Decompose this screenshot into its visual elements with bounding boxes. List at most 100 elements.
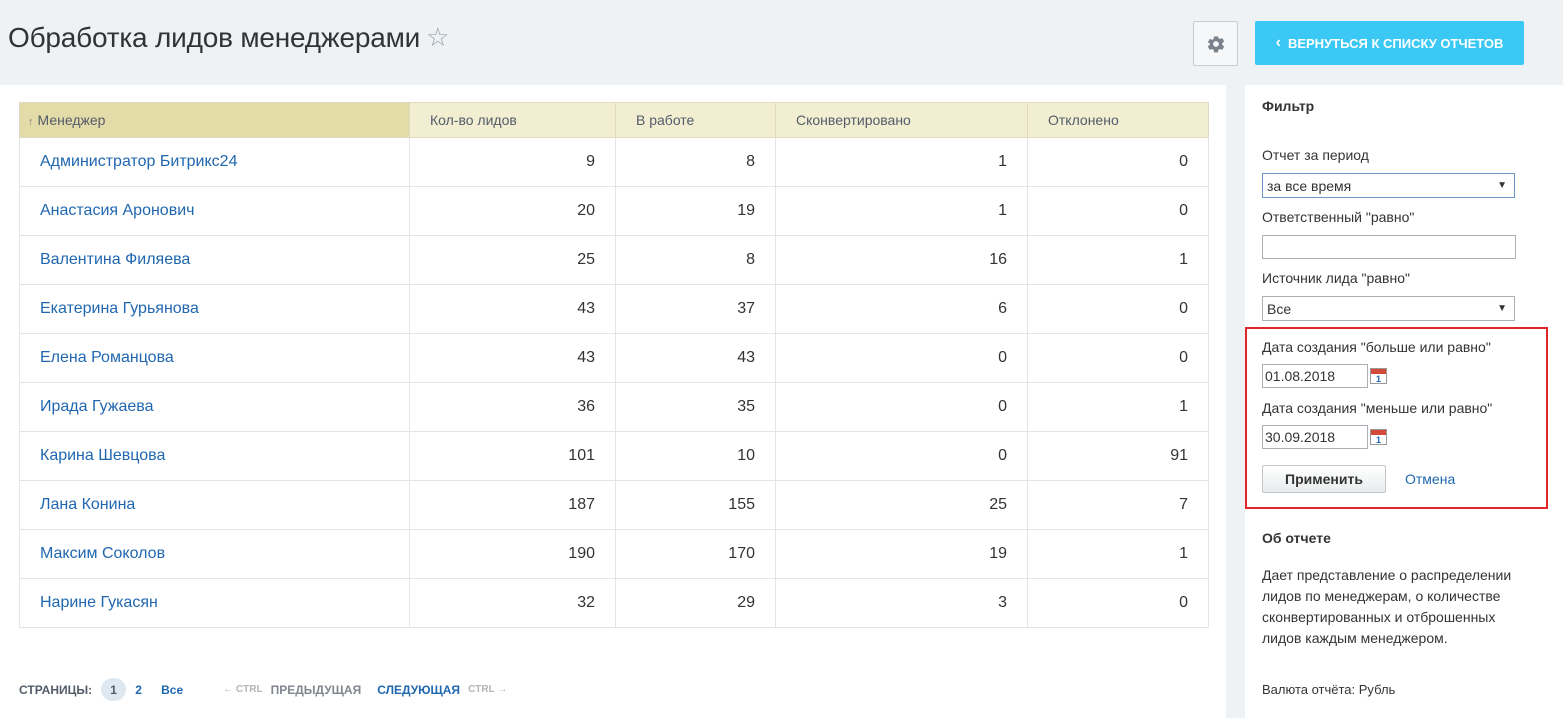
pagination-label: СТРАНИЦЫ: <box>19 682 93 697</box>
in-work-count-cell: 8 <box>615 137 776 187</box>
table-row: Карина Шевцова 101 10 0 91 <box>19 431 1209 481</box>
column-header-in-work[interactable]: В работе <box>615 102 776 138</box>
in-work-count-cell: 8 <box>615 235 776 285</box>
table-row: Ирада Гужаева 36 35 0 1 <box>19 382 1209 432</box>
table-row: Елена Романцова 43 43 0 0 <box>19 333 1209 383</box>
calendar-day: 1 <box>1375 374 1381 384</box>
converted-count-cell: 3 <box>775 578 1028 628</box>
next-page-link[interactable]: СЛЕДУЮЩАЯ <box>377 683 460 697</box>
page-2-link[interactable]: 2 <box>126 678 151 701</box>
manager-name-link[interactable]: Анастасия Аронович <box>19 186 410 236</box>
settings-button[interactable] <box>1193 21 1238 66</box>
in-work-count-cell: 29 <box>615 578 776 628</box>
date-to-input[interactable]: 30.09.2018 <box>1262 425 1368 449</box>
column-header-rejected[interactable]: Отклонено <box>1027 102 1209 138</box>
manager-name-link[interactable]: Максим Соколов <box>19 529 410 579</box>
leads-count-cell: 9 <box>409 137 616 187</box>
leads-count-cell: 101 <box>409 431 616 481</box>
leads-count-cell: 187 <box>409 480 616 530</box>
table-row: Администратор Битрикс24 9 8 1 0 <box>19 137 1209 187</box>
star-icon[interactable]: ☆ <box>426 22 449 53</box>
calendar-icon[interactable]: 1 <box>1370 368 1387 384</box>
table-row: Екатерина Гурьянова 43 37 6 0 <box>19 284 1209 334</box>
table-row: Нарине Гукасян 32 29 3 0 <box>19 578 1209 628</box>
cancel-link[interactable]: Отмена <box>1405 471 1455 487</box>
rejected-count-cell: 0 <box>1027 284 1209 334</box>
date-from-label: Дата создания "больше или равно" <box>1262 339 1491 355</box>
converted-count-cell: 25 <box>775 480 1028 530</box>
in-work-count-cell: 155 <box>615 480 776 530</box>
table-header-row: ↑ Менеджер Кол-во лидов В работе Сконверт… <box>19 102 1209 138</box>
leads-count-cell: 43 <box>409 284 616 334</box>
rejected-count-cell: 0 <box>1027 186 1209 236</box>
column-header-manager[interactable]: ↑ Менеджер <box>19 102 410 138</box>
dropdown-arrow-icon: ▼ <box>1497 180 1507 191</box>
converted-count-cell: 0 <box>775 431 1028 481</box>
manager-name-link[interactable]: Елена Романцова <box>19 333 410 383</box>
in-work-count-cell: 43 <box>615 333 776 383</box>
in-work-count-cell: 170 <box>615 529 776 579</box>
currency-info: Валюта отчёта: Рубль <box>1262 682 1396 697</box>
column-header-label: Менеджер <box>37 112 106 128</box>
chevron-left-icon: ‹ <box>1275 34 1281 51</box>
responsible-input[interactable] <box>1262 235 1516 259</box>
dropdown-arrow-icon: ▼ <box>1497 303 1507 314</box>
rejected-count-cell: 1 <box>1027 382 1209 432</box>
apply-button[interactable]: Применить <box>1262 465 1386 493</box>
back-to-reports-button[interactable]: ‹ ВЕРНУТЬСЯ К СПИСКУ ОТЧЕТОВ <box>1255 21 1524 65</box>
converted-count-cell: 1 <box>775 186 1028 236</box>
page-title-text: Обработка лидов менеджерами <box>8 22 421 53</box>
leads-count-cell: 190 <box>409 529 616 579</box>
source-select[interactable]: Все ▼ <box>1262 296 1515 321</box>
converted-count-cell: 1 <box>775 137 1028 187</box>
converted-count-cell: 16 <box>775 235 1028 285</box>
manager-name-link[interactable]: Нарине Гукасян <box>19 578 410 628</box>
converted-count-cell: 19 <box>775 529 1028 579</box>
leads-count-cell: 25 <box>409 235 616 285</box>
report-panel: ↑ Менеджер Кол-во лидов В работе Сконверт… <box>0 85 1226 718</box>
about-text: Дает представление о распределении лидов… <box>1262 567 1512 646</box>
report-table: ↑ Менеджер Кол-во лидов В работе Сконверт… <box>19 102 1209 628</box>
in-work-count-cell: 19 <box>615 186 776 236</box>
calendar-icon[interactable]: 1 <box>1370 429 1387 445</box>
period-select-value: за все время <box>1267 177 1352 194</box>
page-all-link[interactable]: Все <box>161 683 183 697</box>
period-select[interactable]: за все время ▼ <box>1262 173 1515 198</box>
rejected-count-cell: 1 <box>1027 529 1209 579</box>
table-row: Анастасия Аронович 20 19 1 0 <box>19 186 1209 236</box>
leads-count-cell: 20 <box>409 186 616 236</box>
back-button-label: ВЕРНУТЬСЯ К СПИСКУ ОТЧЕТОВ <box>1287 35 1504 51</box>
converted-count-cell: 0 <box>775 333 1028 383</box>
table-row: Максим Соколов 190 170 19 1 <box>19 529 1209 579</box>
pagination: СТРАНИЦЫ: 1 2 Все ← CTRL ПРЕДЫДУЩАЯ СЛЕД… <box>19 678 507 701</box>
about-title: Об отчете <box>1262 530 1331 546</box>
next-shortcut-hint: CTRL → <box>468 684 508 695</box>
period-label: Отчет за период <box>1262 147 1369 163</box>
rejected-count-cell: 0 <box>1027 333 1209 383</box>
prev-shortcut-hint: ← CTRL <box>223 684 263 695</box>
rejected-count-cell: 91 <box>1027 431 1209 481</box>
manager-name-link[interactable]: Лана Конина <box>19 480 410 530</box>
gear-icon <box>1207 35 1224 52</box>
in-work-count-cell: 35 <box>615 382 776 432</box>
source-label: Источник лида "равно" <box>1262 270 1410 286</box>
responsible-label: Ответственный "равно" <box>1262 209 1415 225</box>
table-row: Лана Конина 187 155 25 7 <box>19 480 1209 530</box>
leads-count-cell: 43 <box>409 333 616 383</box>
column-header-converted[interactable]: Сконвертировано <box>775 102 1028 138</box>
manager-name-link[interactable]: Карина Шевцова <box>19 431 410 481</box>
manager-name-link[interactable]: Валентина Филяева <box>19 235 410 285</box>
date-from-input[interactable]: 01.08.2018 <box>1262 364 1368 388</box>
rejected-count-cell: 0 <box>1027 578 1209 628</box>
in-work-count-cell: 10 <box>615 431 776 481</box>
leads-count-cell: 32 <box>409 578 616 628</box>
column-header-leads[interactable]: Кол-во лидов <box>409 102 616 138</box>
manager-name-link[interactable]: Екатерина Гурьянова <box>19 284 410 334</box>
source-select-value: Все <box>1267 300 1292 317</box>
manager-name-link[interactable]: Администратор Битрикс24 <box>19 137 410 187</box>
leads-count-cell: 36 <box>409 382 616 432</box>
page-1-link[interactable]: 1 <box>101 678 127 701</box>
manager-name-link[interactable]: Ирада Гужаева <box>19 382 410 432</box>
rejected-count-cell: 1 <box>1027 235 1209 285</box>
calendar-day: 1 <box>1375 435 1381 445</box>
